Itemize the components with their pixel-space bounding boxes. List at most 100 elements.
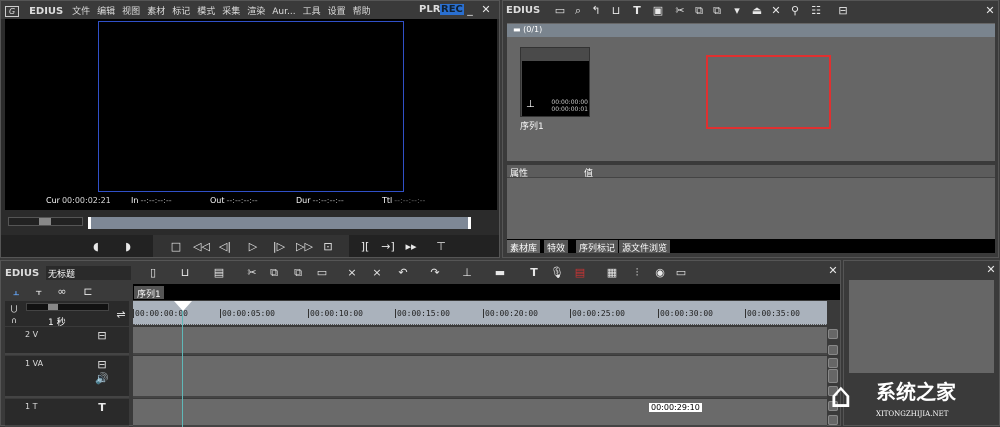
tab-effects[interactable]: 特效	[544, 240, 569, 254]
timeline-ruler[interactable]: 00:00:00:00 00:00:05:00 00:00:10:00 00:0…	[133, 301, 827, 325]
minimize-icon[interactable]: _	[463, 3, 477, 17]
menu-capture[interactable]: 采集	[222, 7, 240, 17]
step-back-icon[interactable]: ◁|	[218, 240, 232, 254]
import-icon[interactable]: ⊔	[609, 4, 623, 18]
menu-render[interactable]: 渲染	[247, 7, 265, 17]
audio-toggle-icon[interactable]: ∩	[7, 314, 21, 328]
clip-tc-out: 00:00:00:01	[551, 106, 588, 113]
paste-icon[interactable]: ⧉	[291, 266, 305, 280]
stop-icon[interactable]: □	[169, 240, 183, 254]
redo-icon[interactable]: ↷	[428, 266, 442, 280]
output-icon[interactable]: ⊤	[434, 240, 448, 254]
mode-icon[interactable]: ▬	[493, 266, 507, 280]
copy-icon[interactable]: ⧉	[267, 266, 281, 280]
set-out-icon[interactable]: ◗	[121, 240, 135, 254]
properties-pane: 属性 值	[507, 165, 995, 239]
ruler-label: 00:00:15:00	[395, 309, 450, 318]
replace-icon[interactable]: ▸▸	[404, 240, 418, 254]
track-link-icon[interactable]: ⫟	[32, 285, 46, 299]
undo-icon[interactable]: ↶	[396, 266, 410, 280]
props-col-value: 值	[584, 169, 594, 179]
sync-lock-icon[interactable]: ∞	[55, 285, 69, 299]
track-header-2v[interactable]: 2 V ⊟	[5, 327, 129, 355]
play-icon[interactable]: ▷	[246, 240, 260, 254]
track-2v[interactable]	[133, 327, 827, 355]
color-icon[interactable]: ◉	[653, 266, 667, 280]
bin-close-icon[interactable]: ✕	[983, 4, 997, 18]
cut-icon[interactable]: ✂	[673, 4, 687, 18]
scroll-up[interactable]	[828, 329, 838, 339]
watermark-url: XITONGZHIJIA.NET	[876, 410, 949, 418]
insert-icon[interactable]: ][	[358, 240, 372, 254]
clip-thumbnail[interactable]: ⊥ 00:00:00:00 00:00:00:01	[520, 47, 590, 117]
menu-audio[interactable]: Aur...	[272, 7, 295, 17]
ripple-delete-icon[interactable]: ×	[370, 266, 384, 280]
title-icon[interactable]: T	[630, 4, 644, 18]
view-icon[interactable]: ☷	[809, 4, 823, 18]
tab-bin[interactable]: 素材库	[507, 240, 541, 254]
rec-button[interactable]: REC	[440, 4, 464, 15]
track-1va[interactable]	[133, 356, 827, 398]
delete-icon[interactable]: ×	[345, 266, 359, 280]
send-player-icon[interactable]: ▾	[730, 4, 744, 18]
up-icon[interactable]: ↰	[589, 4, 603, 18]
layout-icon[interactable]: ▭	[674, 266, 688, 280]
delete-icon[interactable]: ✕	[769, 4, 783, 18]
folder-icon[interactable]: ▭	[553, 4, 567, 18]
search-icon[interactable]: ⌕	[571, 4, 585, 18]
toolbox-icon[interactable]: ⊟	[836, 4, 850, 18]
track-header-1va[interactable]: 1 VA ⊟ 🔊	[5, 356, 129, 398]
menu-help[interactable]: 帮助	[353, 7, 371, 17]
menu-mode[interactable]: 模式	[197, 7, 215, 17]
track-mode-icon[interactable]: ⫠	[9, 285, 23, 299]
close-icon[interactable]: ✕	[479, 3, 493, 17]
ripple-icon[interactable]: ▭	[315, 266, 329, 280]
menu-clip[interactable]: 素材	[147, 7, 165, 17]
open-icon[interactable]: ⊔	[178, 266, 192, 280]
playhead-handle[interactable]	[174, 301, 192, 311]
add-timeline-icon[interactable]: ⏏	[750, 4, 764, 18]
mixer-icon[interactable]: ⫶	[630, 266, 644, 280]
sync-icon[interactable]: ▤	[573, 266, 587, 280]
palette-close-icon[interactable]: ✕	[984, 263, 998, 277]
copy-icon[interactable]: ⧉	[692, 4, 706, 18]
set-in-icon[interactable]: ◖	[89, 240, 103, 254]
expand-icon[interactable]: ⇌	[114, 308, 128, 322]
track-header-1t[interactable]: 1 T T	[5, 399, 129, 427]
scroll-up[interactable]	[828, 358, 838, 368]
position-bar[interactable]	[88, 217, 471, 229]
grid-icon[interactable]: ▦	[605, 266, 619, 280]
menu-file[interactable]: 文件	[72, 7, 90, 17]
properties-icon[interactable]: ⚲	[788, 4, 802, 18]
timeline-close-icon[interactable]: ✕	[826, 264, 840, 278]
menu-edit[interactable]: 编辑	[97, 7, 115, 17]
menu-view[interactable]: 视图	[122, 7, 140, 17]
paste-icon[interactable]: ⧉	[710, 4, 724, 18]
scroll-down[interactable]	[828, 345, 838, 355]
menu-settings[interactable]: 设置	[328, 7, 346, 17]
title-icon[interactable]: T	[527, 266, 541, 280]
track-1t[interactable]	[133, 399, 827, 427]
shuttle-slider[interactable]	[8, 217, 83, 226]
new-icon[interactable]: ▯	[146, 266, 160, 280]
save-icon[interactable]: ▤	[212, 266, 226, 280]
step-forward-icon[interactable]: |▷	[272, 240, 286, 254]
color-bars-icon[interactable]: ▣	[651, 4, 665, 18]
rewind-icon[interactable]: ◁◁	[193, 240, 210, 254]
cut-icon[interactable]: ✂	[245, 266, 259, 280]
logo-icon: G	[5, 6, 20, 17]
zoom-slider[interactable]	[26, 303, 109, 311]
overwrite-icon[interactable]: →]	[381, 240, 395, 254]
plr-button[interactable]: PLR	[419, 4, 440, 15]
split-icon[interactable]: ⊥	[460, 266, 474, 280]
magnet-icon[interactable]: ⊏	[81, 285, 95, 299]
microphone-icon[interactable]: 🎙	[550, 266, 564, 280]
playhead[interactable]	[182, 303, 183, 427]
fast-forward-icon[interactable]: ▷▷	[296, 240, 313, 254]
tab-sequence-markers[interactable]: 序列标记	[576, 240, 619, 254]
menu-marker[interactable]: 标记	[172, 7, 190, 17]
tab-source-browser[interactable]: 源文件浏览	[619, 240, 671, 254]
menu-tools[interactable]: 工具	[303, 7, 321, 17]
tab-sequence-1[interactable]: 序列1	[134, 286, 164, 300]
loop-icon[interactable]: ⊡	[321, 240, 335, 254]
